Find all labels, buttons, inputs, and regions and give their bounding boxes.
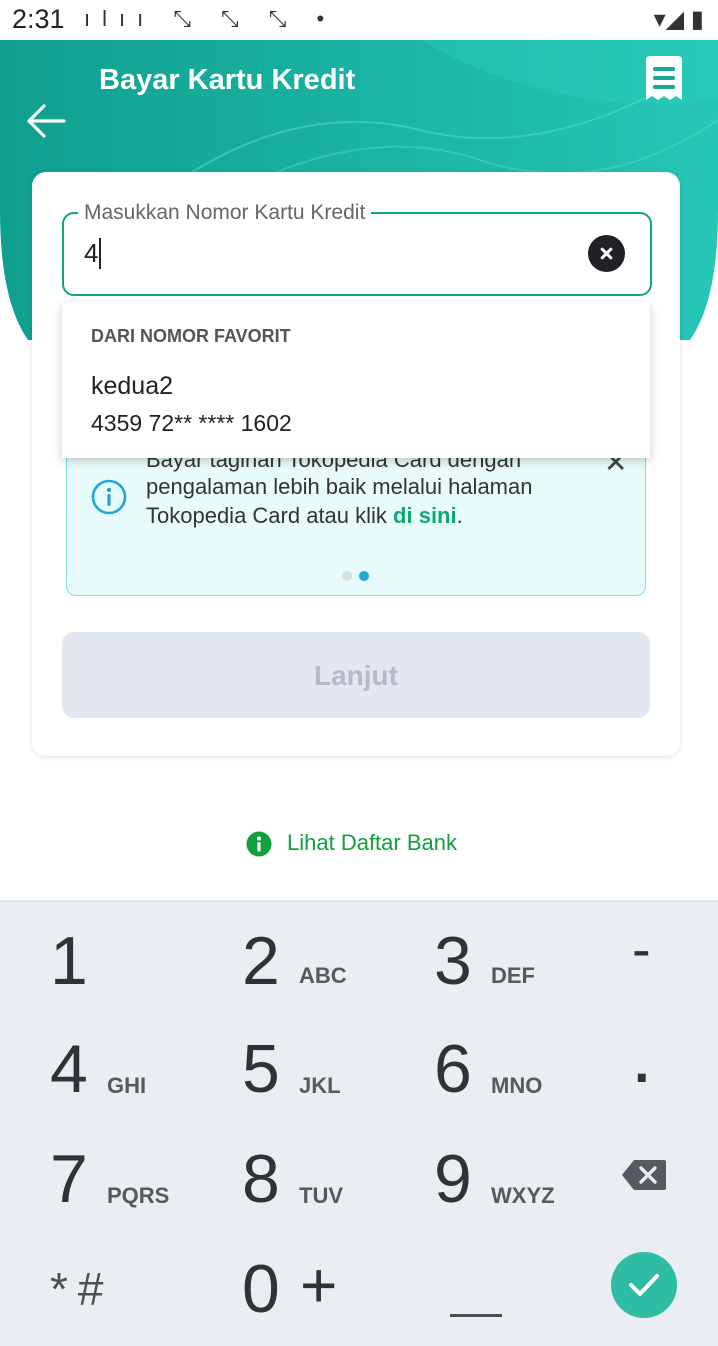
key-9-letters: WXYZ [491, 1183, 555, 1208]
done-button[interactable] [611, 1252, 677, 1318]
key-1-label: 1 [50, 923, 88, 999]
checkmark-icon [629, 1274, 659, 1296]
status-bar: 2:31 ılıı ⤡ ⤡ ⤡ • ▾◢ ▮ [0, 0, 718, 40]
info-banner-body: pengalaman lebih baik melalui halaman To… [146, 474, 533, 528]
backspace-icon [622, 1160, 666, 1190]
arrow-left-icon[interactable] [26, 103, 66, 139]
key-plus-label: + [300, 1249, 338, 1321]
info-banner-suffix: . [456, 503, 463, 528]
favorite-dropdown: DARI NOMOR FAVORIT kedua2 4359 72** ****… [62, 302, 650, 458]
carousel-dot [342, 571, 352, 581]
card-number-value[interactable]: 4 [84, 238, 98, 269]
key-6-label: 6 [434, 1031, 472, 1107]
key-0-label: 0 [242, 1251, 280, 1327]
bank-list-link-label: Lihat Daftar Bank [287, 830, 457, 855]
key-4[interactable]: 4 GHI [50, 1030, 146, 1108]
clear-input-icon[interactable] [588, 235, 625, 272]
key-4-letters: GHI [107, 1073, 147, 1098]
favorite-item-number: 4359 72** **** 1602 [91, 410, 292, 436]
notification-icons: ılıı ⤡ ⤡ ⤡ • [84, 6, 337, 31]
backspace-key[interactable] [620, 1158, 668, 1197]
key-5-label: 5 [242, 1031, 280, 1107]
key-9-label: 9 [434, 1141, 472, 1217]
info-filled-icon [246, 831, 272, 857]
next-button[interactable]: Lanjut [62, 632, 650, 718]
key-9[interactable]: 9 WXYZ [434, 1140, 555, 1218]
key-minus[interactable]: - [632, 916, 651, 981]
info-icon [91, 479, 127, 515]
key-7-label: 7 [50, 1141, 88, 1217]
info-banner-text: pengalaman lebih baik melalui halaman To… [146, 472, 616, 530]
key-6[interactable]: 6 MNO [434, 1030, 542, 1108]
key-plus[interactable]: + [300, 1248, 337, 1322]
key-3-label: 3 [434, 923, 472, 999]
carousel-dot-active [359, 571, 369, 581]
key-dot[interactable]: . [634, 1030, 650, 1095]
space-key[interactable] [450, 1314, 502, 1317]
key-minus-label: - [632, 917, 651, 980]
key-dot-label: . [634, 1031, 650, 1094]
info-banner-link[interactable]: di sini [393, 503, 457, 528]
key-8-letters: TUV [299, 1183, 343, 1208]
key-5[interactable]: 5 JKL [242, 1030, 341, 1108]
key-6-letters: MNO [491, 1073, 543, 1098]
key-0[interactable]: 0 [242, 1250, 280, 1328]
dropdown-section-header: DARI NOMOR FAVORIT [91, 326, 291, 346]
key-7-letters: PQRS [107, 1183, 170, 1208]
favorite-item-name: kedua2 [91, 372, 174, 400]
page-title: Bayar Kartu Kredit [99, 64, 356, 96]
key-8[interactable]: 8 TUV [242, 1140, 343, 1218]
key-2[interactable]: 2 ABC [242, 922, 347, 1000]
key-4-label: 4 [50, 1031, 88, 1107]
bank-list-link[interactable]: Lihat Daftar Bank [287, 830, 457, 856]
key-star-hash-label: *# [50, 1263, 114, 1315]
next-button-label: Lanjut [314, 660, 398, 691]
key-3-letters: DEF [491, 963, 535, 988]
key-8-label: 8 [242, 1141, 280, 1217]
key-1[interactable]: 1 [50, 922, 88, 1000]
card-number-label: Masukkan Nomor Kartu Kredit [78, 201, 372, 225]
status-time: 2:31 [12, 4, 65, 34]
text-cursor [99, 238, 101, 269]
key-3[interactable]: 3 DEF [434, 922, 535, 1000]
key-star-hash[interactable]: *# [50, 1262, 113, 1316]
key-5-letters: JKL [299, 1073, 341, 1098]
key-2-letters: ABC [299, 963, 347, 988]
key-7[interactable]: 7 PQRS [50, 1140, 169, 1218]
key-2-label: 2 [242, 923, 280, 999]
system-status-icons: ▾◢ ▮ [653, 6, 704, 33]
receipt-icon[interactable] [642, 56, 686, 104]
